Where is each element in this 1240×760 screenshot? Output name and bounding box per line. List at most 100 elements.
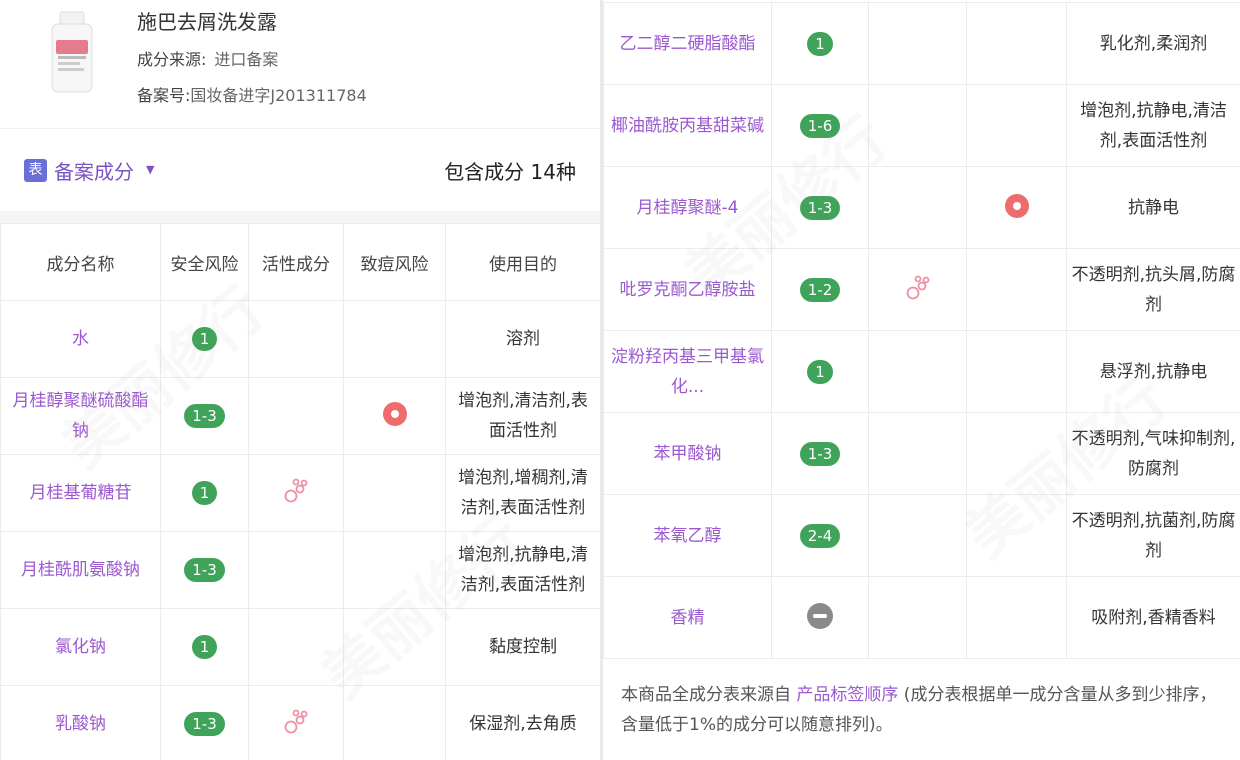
ingredient-row[interactable]: 淀粉羟丙基三甲基氯化... 1 悬浮剂,抗静电 <box>603 330 1240 413</box>
ingredient-purpose: 吸附剂,香精香料 <box>1066 576 1240 659</box>
safety-risk-cell: 1-3 <box>160 685 249 760</box>
ingredient-row[interactable]: 苯氧乙醇 2-4 不透明剂,抗菌剂,防腐剂 <box>603 494 1240 577</box>
safety-risk-cell: 1-6 <box>771 84 869 167</box>
ingredient-name-link[interactable]: 乙二醇二硬脂酸酯 <box>603 2 772 85</box>
ingredient-purpose: 增泡剂,清洁剂,表面活性剂 <box>445 377 600 455</box>
product-name: 施巴去屑洗发露 <box>137 10 277 34</box>
header-active: 活性成分 <box>248 223 344 301</box>
active-cell <box>248 377 344 455</box>
ingredient-row[interactable]: 苯甲酸钠 1-3 不透明剂,气味抑制剂,防腐剂 <box>603 412 1240 495</box>
ingredient-purpose: 抗静电 <box>1066 166 1240 249</box>
footnote-prefix: 本商品全成分表来源自 <box>621 685 797 705</box>
source-footnote: 本商品全成分表来源自 产品标签顺序 (成分表根据单一成分含量从多到少排序，含量低… <box>621 680 1221 740</box>
ingredient-purpose: 黏度控制 <box>445 608 600 686</box>
acne-risk-cell <box>343 685 446 760</box>
ingredient-purpose: 保湿剂,去角质 <box>445 685 600 760</box>
ingredient-count: 包含成分 14种 <box>444 160 576 184</box>
ingredient-name-link[interactable]: 淀粉羟丙基三甲基氯化... <box>603 330 772 413</box>
ingredient-name-link[interactable]: 氯化钠 <box>0 608 161 686</box>
header-acne: 致痘风险 <box>343 223 446 301</box>
ingredient-name-link[interactable]: 乳酸钠 <box>0 685 161 760</box>
ingredient-purpose: 增泡剂,抗静电,清洁剂,表面活性剂 <box>445 531 600 609</box>
safety-risk-cell: 1 <box>771 2 869 85</box>
table-tag-icon: 表 <box>24 159 47 182</box>
caret-down-icon[interactable]: ▼ <box>146 163 154 176</box>
active-cell <box>868 248 967 331</box>
safety-risk-cell: 2-4 <box>771 494 869 577</box>
active-cell <box>868 84 967 167</box>
product-card[interactable]: 施巴去屑洗发露 成分来源: 进口备案 备案号:国妆备进字J201311784 <box>0 0 600 128</box>
ingredient-row[interactable]: 月桂基葡糖苷 1 增泡剂,增稠剂,清洁剂,表面活性剂 <box>0 454 600 532</box>
header-name: 成分名称 <box>0 223 161 301</box>
product-thumbnail <box>51 11 93 93</box>
table-body-left: 水 1 溶剂 月桂醇聚醚硫酸酯钠 1-3 增泡剂,清洁剂,表面活性剂 月桂基葡糖苷 1 增泡剂,… <box>0 300 600 760</box>
safety-risk-cell: 1 <box>160 608 249 686</box>
safety-risk-badge: 2-4 <box>799 523 841 548</box>
ingredient-name-link[interactable]: 月桂基葡糖苷 <box>0 454 161 532</box>
ingredient-name-link[interactable]: 月桂醇聚醚-4 <box>603 166 772 249</box>
safety-risk-badge: 1 <box>191 635 218 659</box>
ingredient-row[interactable]: 乙二醇二硬脂酸酯 1 乳化剂,柔润剂 <box>603 2 1240 85</box>
safety-risk-badge: 1-3 <box>184 712 225 736</box>
acne-risk-icon <box>1004 193 1029 218</box>
acne-risk-cell <box>966 248 1067 331</box>
ingredient-name-link[interactable]: 吡罗克酮乙醇胺盐 <box>603 248 772 331</box>
ingredient-name-link[interactable]: 月桂酰肌氨酸钠 <box>0 531 161 609</box>
ingredient-purpose: 不透明剂,气味抑制剂,防腐剂 <box>1066 412 1240 495</box>
header-purpose: 使用目的 <box>445 223 600 301</box>
acne-risk-cell <box>343 608 446 686</box>
safety-risk-badge: 1-3 <box>184 558 225 582</box>
section-header: 表 备案成分 ▼ 包含成分 14种 <box>0 129 600 211</box>
table-header-row: 成分名称 安全风险 活性成分 致痘风险 使用目的 <box>0 223 600 301</box>
acne-risk-cell <box>966 2 1067 85</box>
reg-label: 备案号: <box>137 86 191 105</box>
safety-risk-badge: 1-2 <box>799 277 841 302</box>
ingredient-name-link[interactable]: 水 <box>0 300 161 378</box>
safety-risk-cell: 1 <box>771 330 869 413</box>
ingredient-row[interactable]: 香精 吸附剂,香精香料 <box>603 576 1240 659</box>
ingredient-name-link[interactable]: 月桂醇聚醚硫酸酯钠 <box>0 377 161 455</box>
safety-risk-cell: 1 <box>160 300 249 378</box>
safety-risk-cell: 1 <box>160 454 249 532</box>
ingredient-name-link[interactable]: 苯甲酸钠 <box>603 412 772 495</box>
ingredient-row[interactable]: 月桂醇聚醚硫酸酯钠 1-3 增泡剂,清洁剂,表面活性剂 <box>0 377 600 455</box>
safety-risk-cell <box>771 576 869 659</box>
acne-risk-icon <box>382 402 407 426</box>
ingredient-row[interactable]: 月桂酰肌氨酸钠 1-3 增泡剂,抗静电,清洁剂,表面活性剂 <box>0 531 600 609</box>
ingredient-purpose: 不透明剂,抗头屑,防腐剂 <box>1066 248 1240 331</box>
ingredient-purpose: 乳化剂,柔润剂 <box>1066 2 1240 85</box>
acne-risk-cell <box>966 576 1067 659</box>
label-order-link[interactable]: 产品标签顺序 <box>796 685 898 705</box>
reg-value: 国妆备进字J201311784 <box>190 86 367 105</box>
safety-risk-badge: 1 <box>807 359 833 384</box>
acne-risk-cell <box>343 377 446 455</box>
table-body-right: 乙二醇二硬脂酸酯 1 乳化剂,柔润剂 椰油酰胺丙基甜菜碱 1-6 增泡剂,抗静电,清洁剂,… <box>603 2 1240 659</box>
left-pane: 施巴去屑洗发露 成分来源: 进口备案 备案号:国妆备进字J201311784 表 … <box>0 0 600 760</box>
safety-risk-cell: 1-3 <box>160 377 249 455</box>
ingredient-row[interactable]: 乳酸钠 1-3 保湿剂,去角质 <box>0 685 600 760</box>
section-band <box>0 211 600 223</box>
ingredient-row[interactable]: 椰油酰胺丙基甜菜碱 1-6 增泡剂,抗静电,清洁剂,表面活性剂 <box>603 84 1240 167</box>
header-safety: 安全风险 <box>160 223 249 301</box>
ingredient-row[interactable]: 水 1 溶剂 <box>0 300 600 378</box>
safety-risk-badge: 1-3 <box>799 195 841 220</box>
active-cell <box>248 454 344 532</box>
ingredient-name-link[interactable]: 苯氧乙醇 <box>603 494 772 577</box>
active-cell <box>868 2 967 85</box>
active-cell <box>248 608 344 686</box>
safety-risk-badge: 1 <box>807 31 833 56</box>
acne-risk-cell <box>343 300 446 378</box>
ingredient-row[interactable]: 吡罗克酮乙醇胺盐 1-2 不透明剂,抗头屑,防腐剂 <box>603 248 1240 331</box>
acne-risk-cell <box>966 412 1067 495</box>
safety-risk-badge: 1 <box>191 327 218 351</box>
ingredient-row[interactable]: 月桂醇聚醚-4 1-3 抗静电 <box>603 166 1240 249</box>
active-ingredient-icon <box>284 478 308 503</box>
ingredient-name-link[interactable]: 椰油酰胺丙基甜菜碱 <box>603 84 772 167</box>
ingredient-row[interactable]: 氯化钠 1 黏度控制 <box>0 608 600 686</box>
ingredient-table-right: 乙二醇二硬脂酸酯 1 乳化剂,柔润剂 椰油酰胺丙基甜菜碱 1-6 增泡剂,抗静电,清洁剂,… <box>603 2 1240 659</box>
filed-ingredients-dropdown[interactable]: 备案成分 <box>54 156 134 185</box>
ingredient-name-link[interactable]: 香精 <box>603 576 772 659</box>
safety-risk-badge: 1 <box>191 481 218 505</box>
source-value: 进口备案 <box>214 50 279 69</box>
active-ingredient-icon <box>906 275 929 299</box>
